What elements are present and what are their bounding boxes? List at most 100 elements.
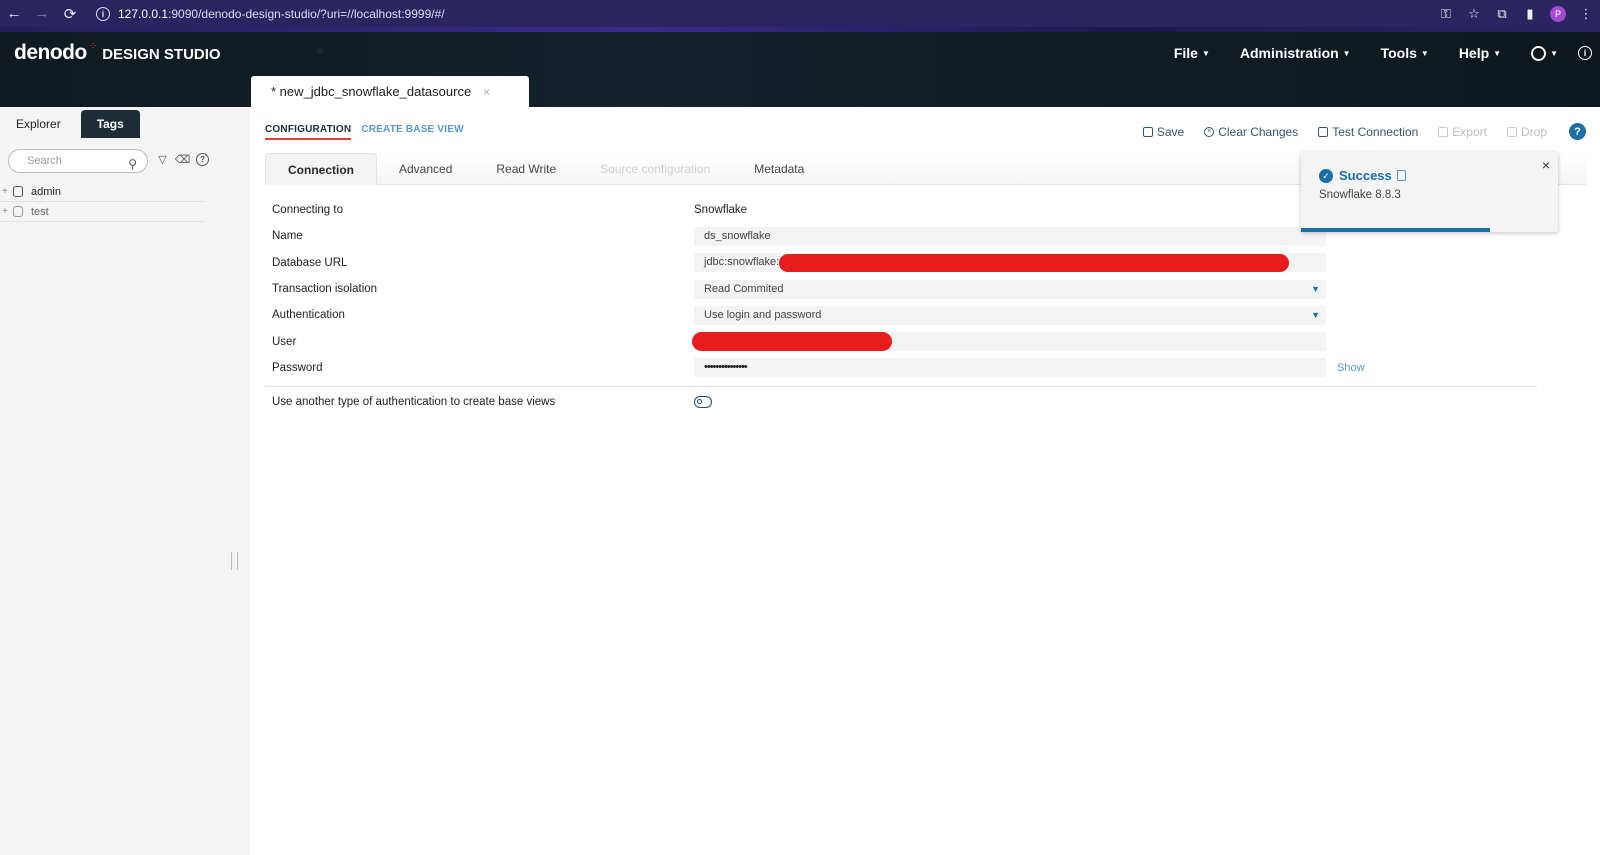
clear-changes-button[interactable]: × Clear Changes <box>1204 125 1298 139</box>
search-placeholder: Search <box>27 155 62 167</box>
key-icon[interactable]: ⚿ <box>1432 6 1460 22</box>
browser-toolbar: ← → ⟳ i 127.0.0.1:9090/denodo-design-stu… <box>0 0 1600 27</box>
redaction-mark <box>779 253 1289 272</box>
star-icon[interactable]: ☆ <box>1460 6 1488 22</box>
expand-icon[interactable]: + <box>2 186 12 197</box>
app-header: denodo ⁘ DESIGN STUDIO File ▼ Administrat… <box>0 27 1600 107</box>
name-label: Name <box>272 230 303 243</box>
tab-read-write[interactable]: Read Write <box>474 153 578 185</box>
name-field[interactable]: ds_snowflake <box>694 226 1326 246</box>
site-info-icon[interactable]: i <box>96 6 110 21</box>
tab-explorer[interactable]: Explorer <box>0 110 77 138</box>
tree-item-label: admin <box>31 185 61 198</box>
document-tab[interactable]: * new_jdbc_snowflake_datasource × <box>251 76 529 107</box>
authentication-label: Authentication <box>272 309 345 322</box>
left-tabs: Explorer Tags <box>0 110 140 138</box>
tree-item-admin[interactable]: + admin <box>0 182 205 202</box>
dropdown-arrow-icon: ▼ <box>1311 283 1320 294</box>
export-icon <box>1438 126 1449 137</box>
top-menu: File ▼ Administration ▼ Tools ▼ Help ▼ ▼ i <box>1174 45 1600 61</box>
url-host: 127.0.0.1 <box>118 6 169 21</box>
trash-icon <box>1506 126 1517 137</box>
help-icon[interactable]: ? <box>196 153 209 166</box>
tree-item-test[interactable]: + test <box>0 202 205 222</box>
logo-dots-icon: ⁘ <box>88 41 98 52</box>
form-row-user: User <box>265 328 1545 354</box>
test-connection-label: Test Connection <box>1332 124 1419 139</box>
profile-avatar[interactable]: P <box>1550 5 1566 22</box>
clear-filter-icon[interactable]: ⌫ <box>175 153 191 166</box>
address-bar[interactable]: i 127.0.0.1:9090/denodo-design-studio/?u… <box>96 3 445 25</box>
chevron-down-icon: ▼ <box>1420 48 1429 58</box>
menu-file-label: File <box>1173 45 1198 61</box>
reload-icon[interactable]: ⟳ <box>56 0 84 27</box>
menu-help[interactable]: Help ▼ <box>1459 45 1501 61</box>
tab-tags[interactable]: Tags <box>80 110 140 138</box>
help-button[interactable]: ? <box>1569 123 1586 140</box>
close-toast-icon[interactable]: × <box>1542 157 1550 173</box>
save-label: Save <box>1156 124 1185 139</box>
check-circle-icon: ✓ <box>1319 169 1333 183</box>
logo: denodo ⁘ DESIGN STUDIO <box>14 41 221 65</box>
close-tab-icon[interactable]: × <box>483 85 490 99</box>
success-toast: ✓ Success Snowflake 8.8.3 × <box>1301 152 1558 232</box>
toast-progress-bar <box>1301 228 1490 232</box>
dropdown-arrow-icon: ▼ <box>1311 309 1320 320</box>
show-password-link[interactable]: Show <box>1337 362 1365 374</box>
database-url-value: jdbc:snowflake: <box>704 256 780 269</box>
toggle-knob <box>697 399 702 404</box>
database-tree: + admin + test <box>0 182 205 222</box>
password-field[interactable]: ••••••••••••••• <box>694 358 1326 378</box>
tab-create-base-view[interactable]: CREATE BASE VIEW <box>361 124 463 140</box>
form-row-transaction-isolation: Transaction isolation Read Commited ▼ <box>265 276 1545 302</box>
export-button[interactable]: Export <box>1438 125 1487 139</box>
menu-tools[interactable]: Tools ▼ <box>1381 45 1429 61</box>
about-info-icon[interactable]: i <box>1578 46 1592 60</box>
filter-icon[interactable]: ▽ <box>156 153 169 166</box>
toast-title: Success <box>1339 168 1392 183</box>
sidebar-icon[interactable]: ▮ <box>1516 6 1544 22</box>
action-toolbar: Save × Clear Changes Test Connection Expo… <box>1123 123 1586 140</box>
menu-administration[interactable]: Administration ▼ <box>1240 45 1351 61</box>
form-row-password: Password ••••••••••••••• Show <box>265 355 1545 381</box>
connecting-to-value: Snowflake <box>694 204 748 217</box>
transaction-isolation-label: Transaction isolation <box>272 283 378 296</box>
tab-metadata[interactable]: Metadata <box>732 153 826 185</box>
left-toolbar: ▽ ⌫ ? <box>156 153 209 166</box>
browser-menu-icon[interactable]: ⋮ <box>1572 6 1600 22</box>
save-button[interactable]: Save <box>1142 124 1185 139</box>
authentication-value: Use login and password <box>704 308 822 321</box>
extensions-icon[interactable]: ⧉ <box>1488 6 1516 22</box>
search-input[interactable]: Search ⚲ <box>8 149 148 173</box>
header-stripe <box>0 27 1600 32</box>
url-path: :9090/denodo-design-studio/?uri=//localh… <box>168 6 445 21</box>
copy-icon[interactable] <box>1397 170 1406 181</box>
tab-advanced[interactable]: Advanced <box>377 153 474 185</box>
connecting-to-label: Connecting to <box>272 204 343 217</box>
divider <box>265 386 1537 387</box>
database-url-label: Database URL <box>272 256 348 269</box>
drop-label: Drop <box>1520 124 1547 139</box>
logo-product: DESIGN STUDIO <box>102 46 221 63</box>
tab-connection[interactable]: Connection <box>265 153 377 185</box>
user-menu[interactable]: ▼ <box>1531 45 1558 61</box>
back-icon[interactable]: ← <box>0 0 28 27</box>
authentication-select[interactable]: Use login and password ▼ <box>694 305 1326 325</box>
sub-tabs: CONFIGURATION CREATE BASE VIEW <box>265 124 474 140</box>
expand-icon[interactable]: + <box>2 206 12 217</box>
forward-icon[interactable]: → <box>28 0 56 27</box>
chevron-down-icon: ▼ <box>1342 48 1351 58</box>
menu-tools-label: Tools <box>1380 45 1417 61</box>
test-connection-button[interactable]: Test Connection <box>1318 125 1418 139</box>
chevron-down-icon: ▼ <box>1493 48 1502 58</box>
tab-configuration[interactable]: CONFIGURATION <box>265 124 352 140</box>
panel-splitter-handle[interactable] <box>231 552 238 570</box>
database-icon <box>13 206 23 217</box>
drop-button[interactable]: Drop <box>1506 124 1547 139</box>
other-auth-toggle[interactable] <box>694 396 712 408</box>
plug-icon <box>1318 126 1329 137</box>
password-label: Password <box>272 361 323 374</box>
transaction-isolation-select[interactable]: Read Commited ▼ <box>694 279 1326 299</box>
menu-file[interactable]: File ▼ <box>1174 45 1210 61</box>
search-icon[interactable]: ⚲ <box>128 153 137 175</box>
